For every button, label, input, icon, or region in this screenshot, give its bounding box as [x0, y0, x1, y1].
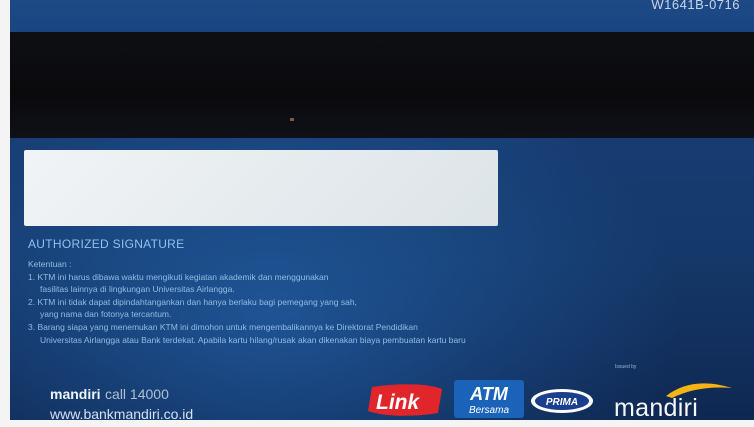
terms-line: 1. KTM ini harus dibawa waktu mengikuti … — [28, 271, 329, 282]
terms-line: 2. KTM ini tidak dapat dipindahtangankan… — [28, 296, 357, 307]
fine-print: Issued by — [615, 364, 637, 370]
serial-number: W1641B-0716 — [651, 0, 740, 12]
stripe-spot — [290, 118, 294, 121]
terms-line: yang nama dan fotonya tercantum. — [40, 309, 172, 320]
terms-line: Universitas Airlangga atau Bank terdekat… — [40, 334, 466, 345]
atm-logo-subtext: Bersama — [469, 405, 509, 416]
call-number: call 14000 — [105, 386, 169, 402]
magnetic-stripe — [10, 32, 754, 138]
mandiri-logo: mandiri — [614, 378, 739, 420]
mandiri-logo-text: mandiri — [614, 394, 699, 420]
prima-logo-text: PRIMA — [546, 397, 578, 408]
link-logo-text: Link — [376, 391, 420, 414]
bank-brand: mandiri — [50, 386, 101, 402]
terms-line: fasilitas lainnya di lingkungan Universi… — [40, 284, 235, 295]
atm-bersama-logo: ATM Bersama — [454, 380, 524, 418]
signature-panel — [24, 150, 498, 226]
atm-card-back: W1641B-0716 AUTHORIZED SIGNATURE Ketentu… — [10, 0, 754, 420]
prima-logo: PRIMA — [531, 389, 593, 413]
link-logo: Link — [368, 384, 442, 416]
bank-website: www.bankmandiri.co.id — [50, 406, 194, 420]
atm-logo-text: ATM — [469, 384, 509, 404]
bank-contact: mandiri call 14000 www.bankmandiri.co.id — [50, 386, 193, 420]
terms-line: 3. Barang siapa yang menemukan KTM ini d… — [28, 321, 418, 332]
signature-label: AUTHORIZED SIGNATURE — [28, 237, 185, 251]
terms-heading: Ketentuan : — [28, 259, 72, 269]
terms-block: Ketentuan : 1. KTM ini harus dibawa wakt… — [28, 258, 638, 346]
